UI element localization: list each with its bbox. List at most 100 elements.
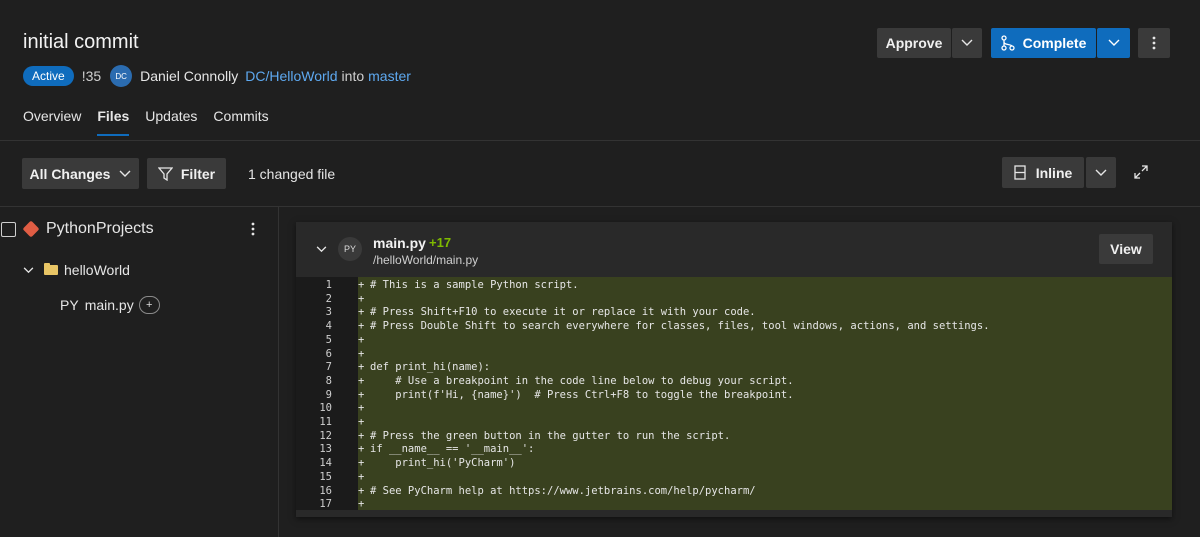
tree-root-item[interactable]: PythonProjects bbox=[1, 220, 154, 238]
tab-updates[interactable]: Updates bbox=[145, 108, 197, 136]
diff-line: 4 + # Press Double Shift to search everywh… bbox=[296, 320, 1172, 334]
diff-card: PY main.py +17 /helloWorld/main.py View … bbox=[296, 222, 1172, 517]
view-file-button[interactable]: View bbox=[1099, 234, 1153, 264]
python-file-icon: PY bbox=[338, 237, 362, 261]
line-number: 14 bbox=[319, 457, 332, 470]
diff-line: 13 + if __name__ == '__main__': bbox=[296, 443, 1172, 457]
more-actions-button[interactable] bbox=[1138, 28, 1170, 58]
added-marker: + bbox=[358, 443, 365, 456]
tree-file-label: main.py bbox=[84, 297, 134, 313]
approve-button[interactable]: Approve bbox=[877, 28, 951, 58]
branch-icon bbox=[1000, 35, 1015, 51]
tree-folder-item[interactable]: helloWorld bbox=[23, 262, 130, 278]
diff-line: 6 + bbox=[296, 348, 1172, 362]
line-number: 12 bbox=[319, 429, 332, 442]
code-text: if __name__ == '__main__': bbox=[370, 443, 535, 456]
code-text: print_hi('PyCharm') bbox=[370, 457, 516, 470]
view-mode-dropdown-button[interactable] bbox=[1086, 157, 1116, 188]
tree-file-item[interactable]: PY main.py + bbox=[60, 296, 160, 314]
added-file-badge: + bbox=[138, 296, 160, 314]
tab-files[interactable]: Files bbox=[97, 108, 129, 136]
code-text: def print_hi(name): bbox=[370, 361, 491, 374]
line-number: 13 bbox=[319, 443, 332, 456]
diff-line: 3 + # Press Shift+F10 to execute it or rep… bbox=[296, 306, 1172, 320]
git-repo-icon bbox=[22, 220, 40, 238]
diff-line: 2 + bbox=[296, 293, 1172, 307]
chevron-down-icon bbox=[119, 170, 131, 177]
added-marker: + bbox=[358, 429, 365, 442]
tree-more-button[interactable] bbox=[246, 219, 260, 239]
target-branch-link[interactable]: master bbox=[368, 68, 411, 84]
pr-header: initial commit Active !35 DC Daniel Conn… bbox=[0, 0, 1200, 141]
select-all-checkbox[interactable] bbox=[1, 221, 16, 237]
chevron-down-icon bbox=[316, 245, 326, 252]
added-marker: + bbox=[358, 374, 365, 387]
tab-commits[interactable]: Commits bbox=[213, 108, 268, 136]
line-number: 4 bbox=[325, 320, 332, 333]
added-marker: + bbox=[358, 279, 365, 291]
code-text: # Press Double Shift to search everywher… bbox=[370, 320, 990, 333]
added-marker: + bbox=[358, 457, 365, 470]
complete-dropdown-button[interactable] bbox=[1097, 28, 1130, 58]
added-marker: + bbox=[358, 361, 365, 374]
changes-filter-dropdown[interactable]: All Changes bbox=[22, 158, 139, 189]
diff-line: 14 + print_hi('PyCharm') bbox=[296, 457, 1172, 471]
added-marker: + bbox=[358, 416, 365, 428]
diff-line: 9 + print(f'Hi, {name}') # Press Ctrl+F8 … bbox=[296, 389, 1172, 403]
collapse-toggle[interactable] bbox=[314, 242, 328, 256]
pr-id[interactable]: !35 bbox=[82, 68, 101, 84]
added-marker: + bbox=[358, 498, 365, 511]
line-number: 5 bbox=[325, 333, 332, 346]
diff-line: 8 + # Use a breakpoint in the code line b… bbox=[296, 375, 1172, 389]
view-mode-button[interactable]: Inline bbox=[1002, 157, 1084, 188]
line-number: 6 bbox=[325, 347, 332, 360]
more-vertical-icon bbox=[1152, 36, 1156, 50]
filter-button[interactable]: Filter bbox=[147, 158, 226, 189]
tab-overview[interactable]: Overview bbox=[23, 108, 81, 136]
added-marker: + bbox=[358, 347, 365, 360]
added-marker: + bbox=[358, 388, 365, 401]
diff-line: 7 + def print_hi(name): bbox=[296, 361, 1172, 375]
added-marker: + bbox=[358, 292, 365, 305]
line-number: 15 bbox=[319, 470, 332, 483]
complete-button[interactable]: Complete bbox=[991, 28, 1096, 58]
chevron-down-icon bbox=[961, 39, 973, 46]
tree-root-label: PythonProjects bbox=[46, 220, 154, 237]
line-number: 2 bbox=[325, 292, 332, 305]
line-number: 16 bbox=[319, 484, 332, 497]
code-diff: 1 + # This is a sample Python script. 2 +3 + #… bbox=[296, 277, 1172, 510]
filter-icon bbox=[157, 166, 173, 181]
source-repo-link[interactable]: DC/HelloWorld bbox=[245, 68, 337, 84]
diff-line: 10 + bbox=[296, 402, 1172, 416]
line-number: 7 bbox=[325, 361, 332, 374]
file-tree: PythonProjects helloWorld PY main.py + bbox=[0, 207, 279, 537]
approve-dropdown-button[interactable] bbox=[952, 28, 982, 58]
avatar[interactable]: DC bbox=[110, 65, 133, 87]
diff-file-name[interactable]: main.py bbox=[373, 235, 426, 251]
complete-label: Complete bbox=[1022, 35, 1087, 51]
added-marker: + bbox=[358, 333, 365, 346]
diff-header: PY main.py +17 /helloWorld/main.py View bbox=[296, 222, 1172, 277]
tab-bar: Overview Files Updates Commits bbox=[23, 108, 285, 136]
code-text: # Press the green button in the gutter t… bbox=[370, 429, 731, 442]
diff-line: 5 + bbox=[296, 334, 1172, 348]
filter-label: Filter bbox=[180, 165, 216, 182]
expand-icon bbox=[1134, 165, 1148, 179]
more-vertical-icon bbox=[251, 222, 255, 236]
line-number: 11 bbox=[319, 416, 332, 428]
diff-line: 15 + bbox=[296, 471, 1172, 485]
added-marker: + bbox=[358, 470, 365, 483]
diff-line: 1 + # This is a sample Python script. bbox=[296, 279, 1172, 293]
code-text: # This is a sample Python script. bbox=[370, 279, 579, 291]
changes-filter-label: All Changes bbox=[29, 165, 111, 182]
added-lines-count: +17 bbox=[429, 235, 452, 250]
added-marker: + bbox=[358, 484, 365, 497]
line-number: 1 bbox=[325, 279, 332, 291]
chevron-down-icon bbox=[1108, 39, 1119, 46]
author-name[interactable]: Daniel Connolly bbox=[140, 68, 238, 84]
diff-file-path: /helloWorld/main.py bbox=[373, 253, 479, 267]
status-badge: Active bbox=[23, 66, 74, 86]
added-marker: + bbox=[358, 306, 365, 319]
view-mode-label: Inline bbox=[1035, 164, 1073, 181]
fullscreen-button[interactable] bbox=[1130, 161, 1152, 183]
